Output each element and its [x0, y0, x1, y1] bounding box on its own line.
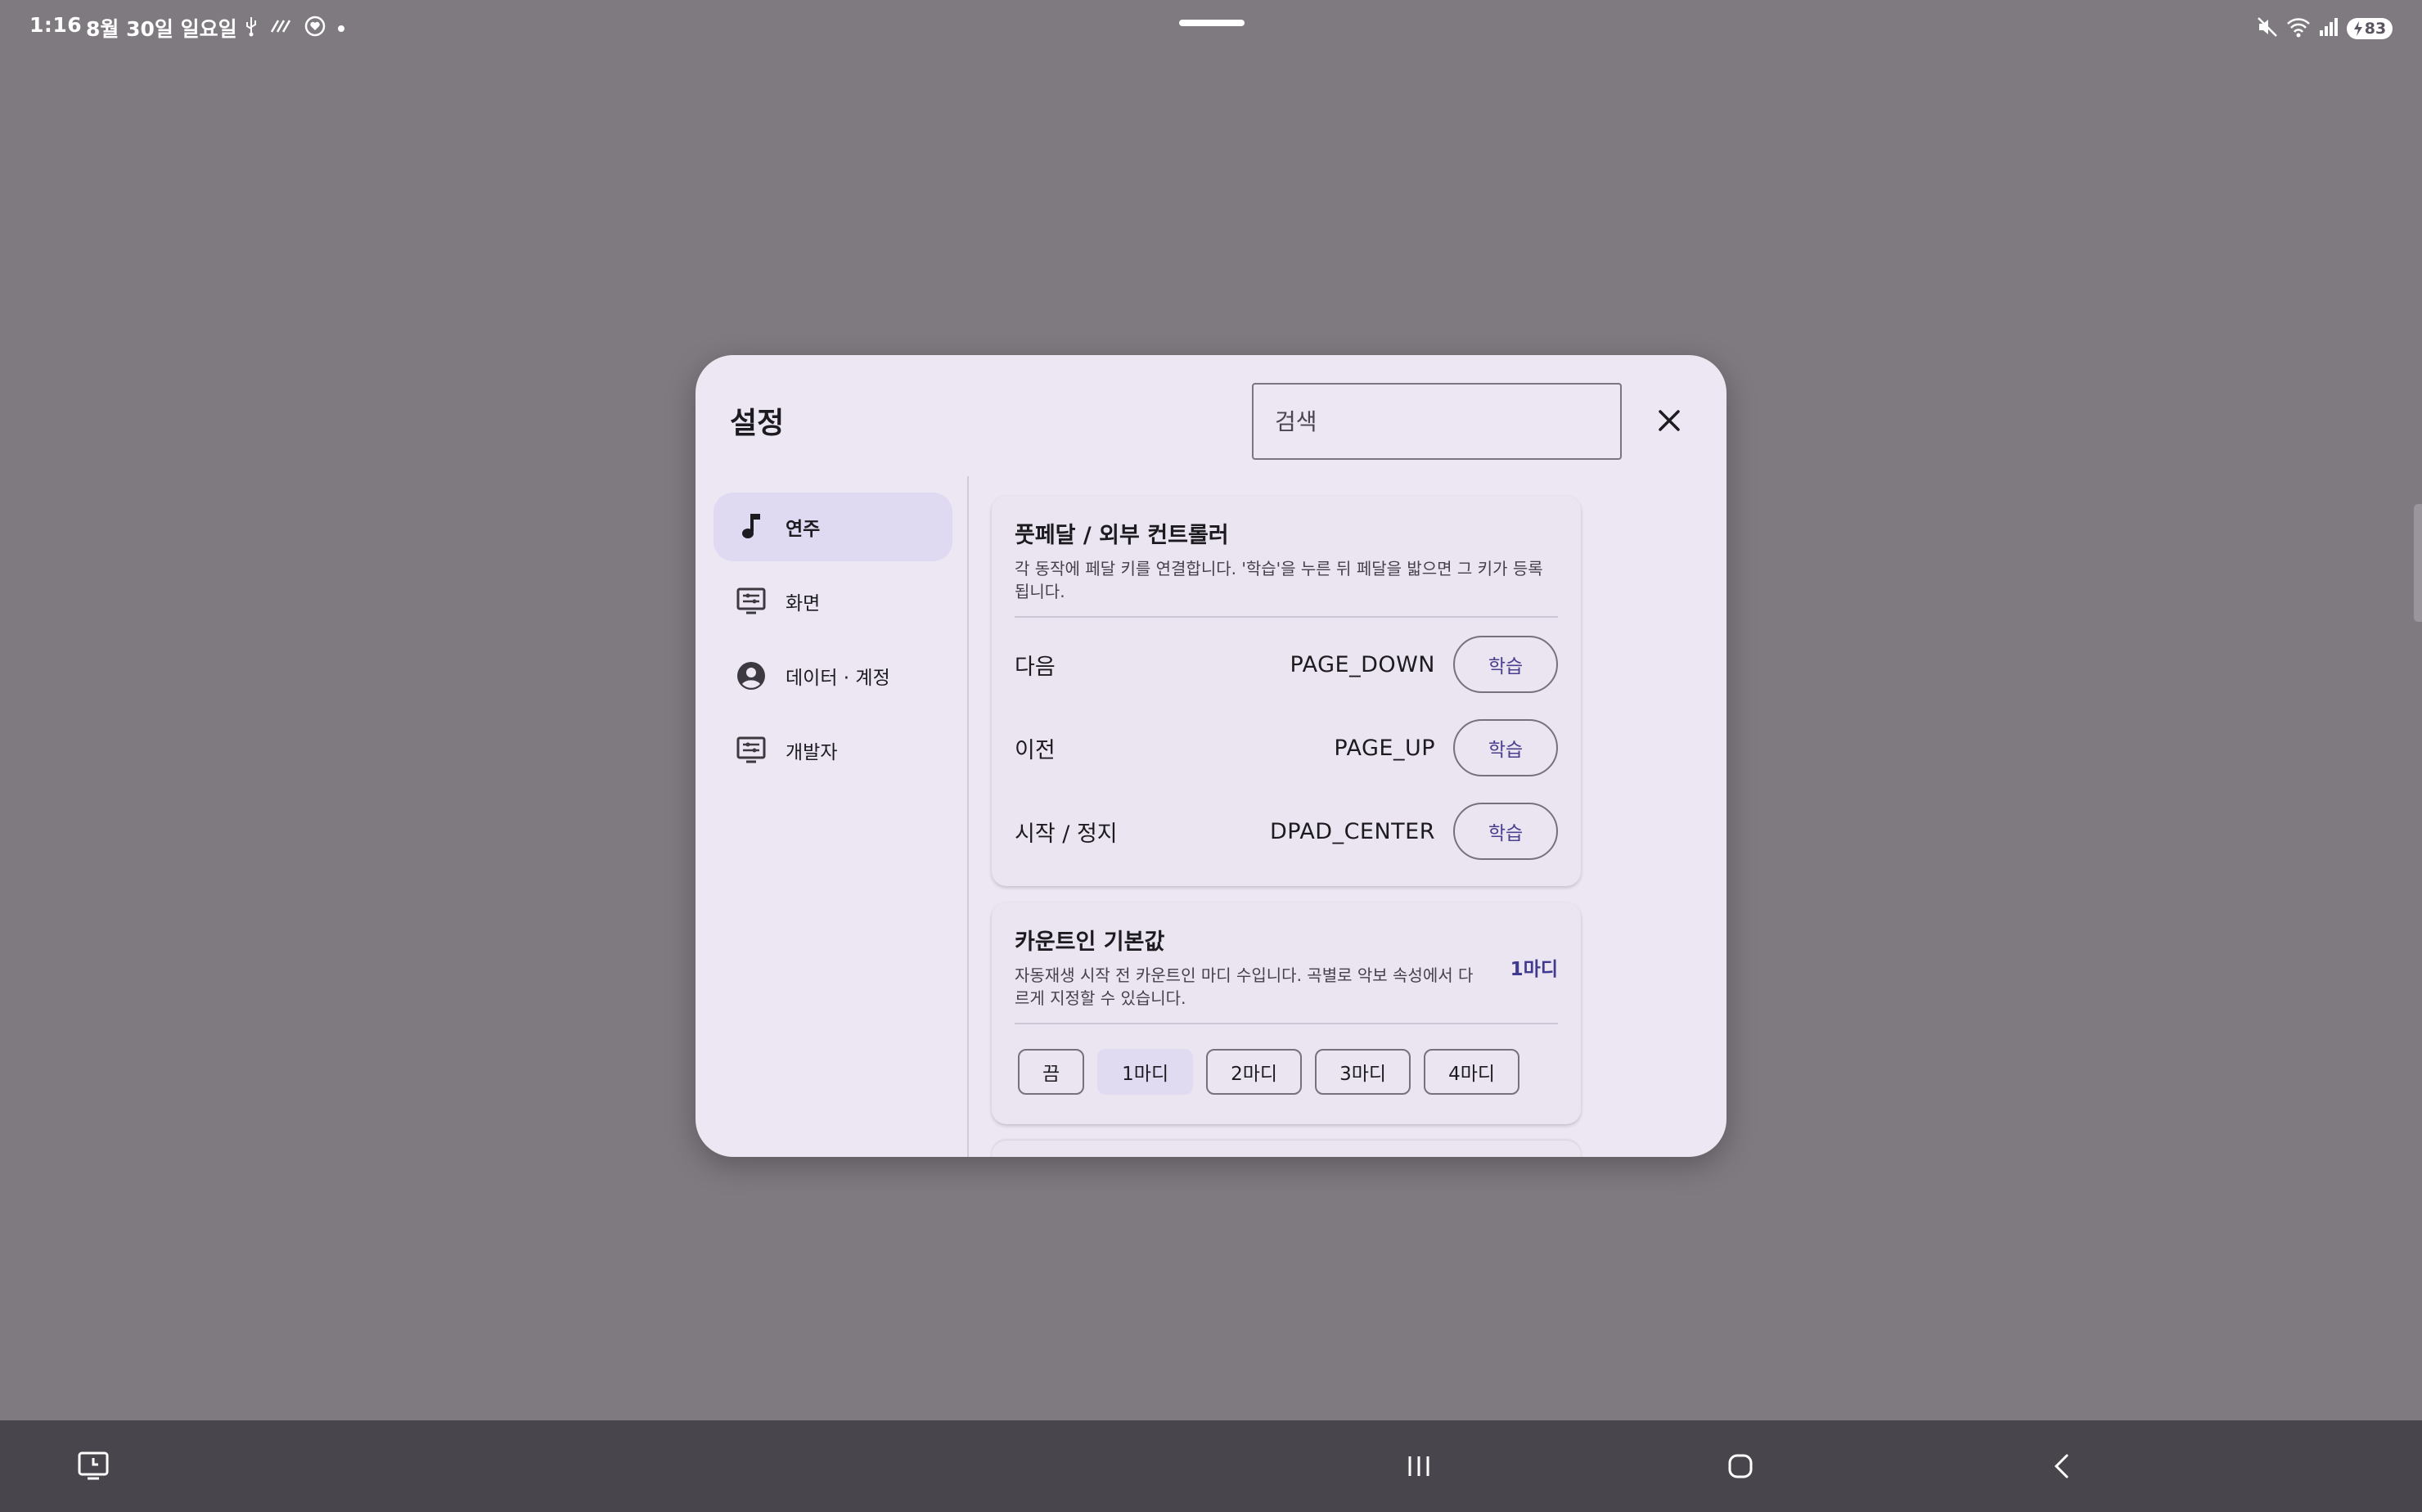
- developer-settings-icon: [733, 732, 769, 768]
- card-divider: [1015, 1023, 1558, 1024]
- count-in-option-4[interactable]: 4마디: [1424, 1049, 1520, 1095]
- status-icons-left: [244, 15, 345, 41]
- close-icon: [1659, 410, 1680, 431]
- wifi-icon: [2286, 16, 2311, 41]
- home-icon: [1728, 1454, 1753, 1478]
- home-button[interactable]: [1719, 1445, 1762, 1487]
- mute-icon: [2257, 16, 2278, 41]
- status-date: 8월 30일 일요일: [86, 17, 237, 41]
- card-title: 카운트인 기본값: [1015, 929, 1165, 955]
- learn-button-start-stop[interactable]: 학습: [1453, 803, 1558, 860]
- notification-pull-handle[interactable]: [1179, 20, 1245, 26]
- pedal-row-previous: 이전 PAGE_UP 학습: [1015, 706, 1558, 790]
- sidebar-item-label: 데이터 · 계정: [786, 668, 890, 689]
- pedal-action-label: 이전: [1015, 737, 1056, 763]
- pedal-key-value: PAGE_DOWN: [1290, 651, 1435, 677]
- count-in-option-1[interactable]: 1마디: [1097, 1049, 1194, 1095]
- screenshot-toolbar-button[interactable]: [72, 1445, 115, 1487]
- count-in-header: 카운트인 기본값 자동재생 시작 전 카운트인 마디 수입니다. 곡별로 악보 …: [1015, 924, 1558, 1010]
- dialog-title: 설정: [730, 407, 785, 440]
- sidebar-item-display[interactable]: 화면: [714, 567, 952, 636]
- wave-icon: [270, 17, 293, 38]
- signal-icon: [2319, 17, 2339, 40]
- edge-panel-handle[interactable]: [2414, 504, 2422, 622]
- settings-content[interactable]: 풋페달 / 외부 컨트롤러 각 동작에 페달 키를 연결합니다. '학습'을 누…: [992, 496, 1581, 1157]
- foot-pedal-card: 풋페달 / 외부 컨트롤러 각 동작에 페달 키를 연결합니다. '학습'을 누…: [992, 496, 1581, 886]
- back-icon: [2054, 1454, 2069, 1478]
- card-divider: [1015, 616, 1558, 618]
- count-in-card: 카운트인 기본값 자동재생 시작 전 카운트인 마디 수입니다. 곡별로 악보 …: [992, 902, 1581, 1124]
- back-button[interactable]: [2041, 1445, 2083, 1487]
- battery-level: 83: [2364, 20, 2387, 38]
- recent-apps-button[interactable]: [1398, 1445, 1440, 1487]
- pedal-row-start-stop: 시작 / 정지 DPAD_CENTER 학습: [1015, 790, 1558, 873]
- display-settings-icon: [733, 583, 769, 619]
- count-in-options: 끔 1마디 2마디 3마디 4마디: [1015, 1029, 1558, 1111]
- settings-dialog: 설정 연주 화면 데이터 · 계정 개발자: [696, 355, 1726, 1157]
- sidebar-item-label: 연주: [786, 519, 821, 540]
- system-nav-bar: [0, 1420, 2422, 1512]
- count-in-option-2[interactable]: 2마디: [1206, 1049, 1303, 1095]
- search-input[interactable]: [1252, 383, 1622, 460]
- status-time: 1:16: [29, 13, 83, 37]
- count-in-option-off[interactable]: 끔: [1018, 1049, 1085, 1095]
- close-button[interactable]: [1651, 403, 1687, 439]
- sidebar-item-label: 개발자: [786, 742, 838, 763]
- card-description: 자동재생 시작 전 카운트인 마디 수입니다. 곡별로 악보 속성에서 다르게 …: [1015, 965, 1474, 1008]
- pedal-action-label: 시작 / 정지: [1015, 821, 1118, 847]
- sidebar-item-developer[interactable]: 개발자: [714, 716, 952, 785]
- sidebar-item-performance[interactable]: 연주: [714, 493, 952, 561]
- learn-button-previous[interactable]: 학습: [1453, 719, 1558, 776]
- count-in-option-3[interactable]: 3마디: [1315, 1049, 1411, 1095]
- pedal-action-label: 다음: [1015, 654, 1056, 680]
- count-in-text: 카운트인 기본값 자동재생 시작 전 카운트인 마디 수입니다. 곡별로 악보 …: [1015, 924, 1510, 1010]
- sidebar-item-label: 화면: [786, 593, 821, 614]
- status-icons-right: 83: [2257, 15, 2393, 43]
- pedal-key-value: PAGE_UP: [1334, 735, 1435, 761]
- settings-sidebar: 연주 화면 데이터 · 계정 개발자: [714, 493, 952, 790]
- pedal-row-next: 다음 PAGE_DOWN 학습: [1015, 623, 1558, 706]
- card-title: 풋페달 / 외부 컨트롤러: [1015, 523, 1229, 548]
- sidebar-item-data-account[interactable]: 데이터 · 계정: [714, 641, 952, 710]
- account-circle-icon: [733, 658, 769, 694]
- screenshot-toolbar-icon: [78, 1451, 109, 1480]
- sidebar-divider: [967, 476, 969, 1157]
- music-note-icon: [733, 509, 769, 545]
- card-description: 각 동작에 페달 키를 연결합니다. '학습'을 누른 뒤 페달을 밟으면 그 …: [1015, 559, 1543, 601]
- learn-button-next[interactable]: 학습: [1453, 636, 1558, 693]
- dot-icon: [337, 20, 345, 36]
- pedal-key-value: DPAD_CENTER: [1269, 818, 1435, 844]
- usb-icon: [244, 16, 259, 40]
- status-bar: 1:16 8월 30일 일요일 83: [0, 0, 2422, 57]
- next-card-partial: [992, 1141, 1581, 1157]
- count-in-current-value: 1마디: [1510, 958, 1558, 980]
- recent-apps-icon: [1408, 1456, 1429, 1476]
- battery-charging-icon: 83: [2347, 18, 2393, 39]
- heart-monitor-icon: [304, 16, 326, 40]
